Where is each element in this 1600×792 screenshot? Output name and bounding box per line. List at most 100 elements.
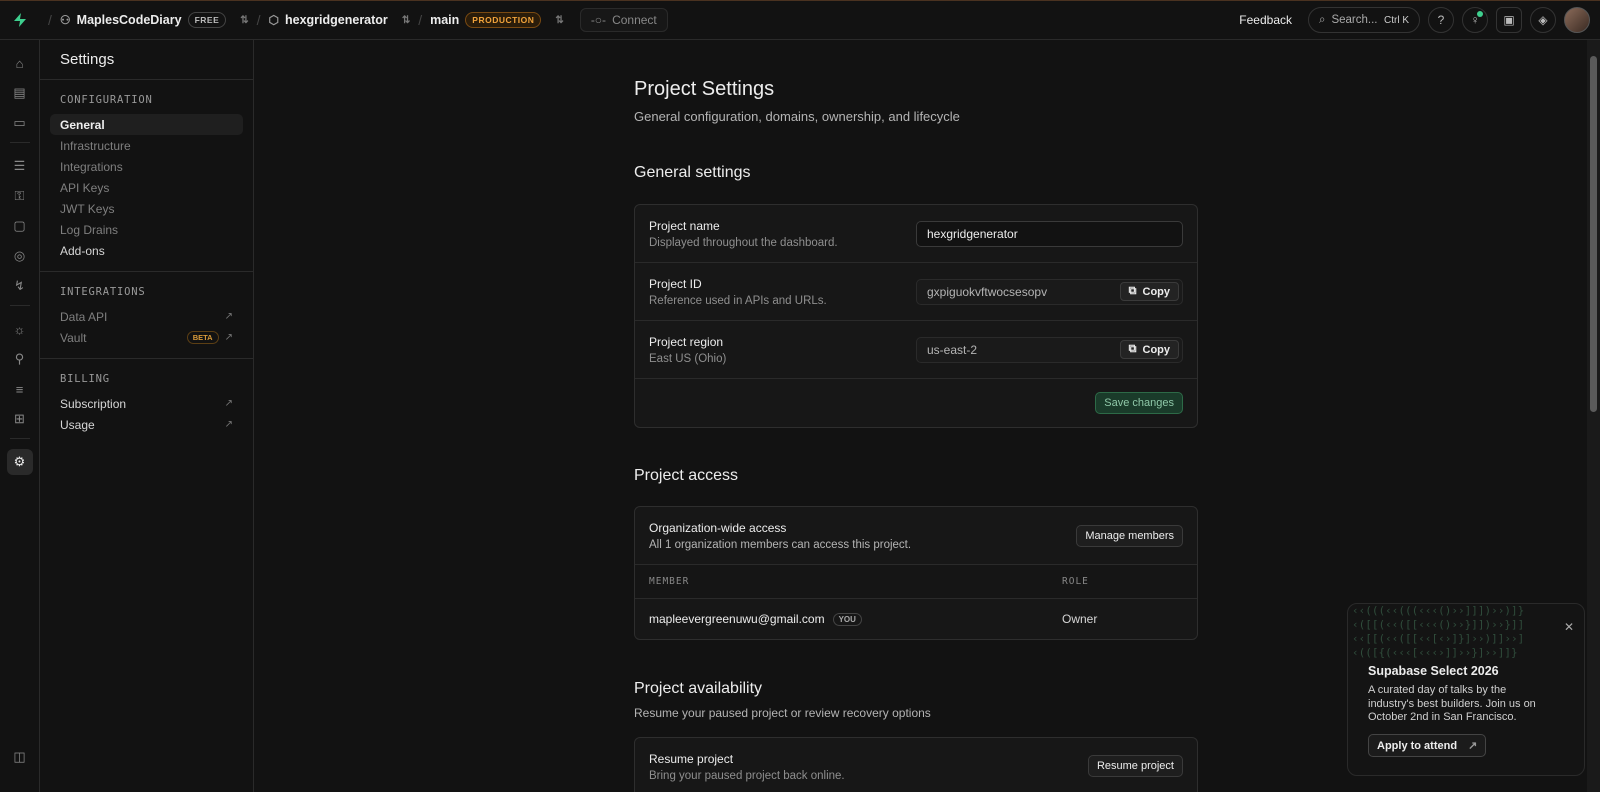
feedback-button[interactable]: Feedback <box>1239 13 1292 27</box>
advisors-icon[interactable]: ☼ <box>7 316 33 342</box>
divider <box>9 305 30 306</box>
supabase-logo-icon[interactable] <box>0 12 40 28</box>
home-icon[interactable]: ⌂ <box>7 50 33 76</box>
sidebar-item-infrastructure[interactable]: Infrastructure <box>50 135 243 156</box>
copy-button[interactable]: ⧉ Copy <box>1119 282 1179 301</box>
storage-icon[interactable]: ▢ <box>7 213 33 239</box>
terminal-icon[interactable]: ▣ <box>1496 7 1522 33</box>
field-description: East US (Ohio) <box>649 352 727 365</box>
project-id-value: gxpiguokvftwocsesopv <box>927 284 1048 299</box>
table-editor-icon[interactable]: ▤ <box>7 80 33 106</box>
assistant-icon[interactable]: ◈ <box>1530 7 1556 33</box>
search-shortcut: Ctrl K <box>1384 14 1409 26</box>
org-icon: ⚇ <box>59 13 71 27</box>
member-role: Owner <box>1062 612 1098 626</box>
divider <box>9 142 30 143</box>
top-bar: / ⚇ MaplesCodeDiary FREE ⇅ / ⬡ hexgridge… <box>0 0 1600 40</box>
sidebar-item-data-api[interactable]: Data API ↗ <box>50 306 243 327</box>
field-label: Project region <box>649 334 724 349</box>
scrollbar[interactable] <box>1587 40 1600 792</box>
sidebar-section-configuration: CONFIGURATION General Infrastructure Int… <box>40 80 253 272</box>
chevron-updown-icon: ⇅ <box>240 14 249 26</box>
resume-project-button[interactable]: Resume project <box>1087 755 1183 777</box>
observability-icon[interactable]: ⚲ <box>7 346 33 372</box>
external-link-icon: ↗ <box>224 398 233 409</box>
field-label: Resume project <box>649 752 734 766</box>
manage-members-button[interactable]: Manage members <box>1076 524 1183 547</box>
help-icon[interactable]: ? <box>1428 7 1454 33</box>
project-access-card: Organization-wide access All 1 organizat… <box>634 506 1198 640</box>
save-changes-button[interactable]: Save changes <box>1095 392 1183 414</box>
field-description: Reference used in APIs and URLs. <box>649 294 827 307</box>
copy-label: Copy <box>1142 285 1171 298</box>
section-title: Project access <box>634 467 739 484</box>
connect-button[interactable]: -○- Connect <box>579 8 668 32</box>
edge-functions-icon[interactable]: ↯ <box>7 273 33 299</box>
sidebar-item-label: Data API <box>60 309 108 324</box>
field-label: Project name <box>649 218 720 233</box>
copy-icon: ⧉ <box>1128 343 1137 355</box>
resume-project-card: Resume project Bring your paused project… <box>634 737 1198 792</box>
project-name: hexgridgenerator <box>285 13 388 27</box>
icon-rail: ⌂ ▤ ▭ ☰ ⚿ ▢ ◎ ↯ ☼ ⚲ ≡ ⊞ ⚙ ◫ <box>0 40 40 792</box>
collapse-sidebar-icon[interactable]: ◫ <box>7 744 33 770</box>
auth-icon[interactable]: ⚿ <box>7 183 33 209</box>
sidebar-item-usage[interactable]: Usage ↗ <box>50 414 243 435</box>
org-switcher[interactable]: ⚇ MaplesCodeDiary FREE ⇅ <box>60 12 249 28</box>
org-access-row: Organization-wide access All 1 organizat… <box>635 507 1197 565</box>
sidebar-item-subscription[interactable]: Subscription ↗ <box>50 393 243 414</box>
sidebar-item-general[interactable]: General <box>50 114 243 135</box>
field-description: All 1 organization members can access th… <box>649 538 912 551</box>
column-header-role: ROLE <box>1062 576 1089 587</box>
field-description: Displayed throughout the dashboard. <box>649 236 838 249</box>
plug-icon: -○- <box>590 13 607 27</box>
promo-text: A curated day of talks by the industry's… <box>1368 684 1536 723</box>
search-button[interactable]: ⌕ Search... Ctrl K <box>1308 7 1420 33</box>
project-name-row: Project name Displayed throughout the da… <box>635 205 1197 263</box>
integrations-icon[interactable]: ⊞ <box>7 406 33 432</box>
close-icon[interactable]: ✕ <box>1564 620 1574 634</box>
scrollbar-thumb[interactable] <box>1590 56 1597 412</box>
chevron-updown-icon: ⇅ <box>401 14 411 26</box>
member-cell: mapleevergreenuwu@gmail.com YOU <box>649 612 1062 626</box>
breadcrumb-separator: / <box>418 12 423 28</box>
divider <box>9 438 30 439</box>
external-link-icon: ↗ <box>224 311 233 322</box>
plan-badge: FREE <box>187 12 227 28</box>
apply-to-attend-button[interactable]: Apply to attend ↗ <box>1368 734 1487 757</box>
general-settings-section: General settings <box>634 164 1198 182</box>
project-name-input[interactable]: hexgridgenerator <box>916 220 1183 247</box>
members-table-header: MEMBER ROLE <box>635 565 1197 599</box>
database-icon[interactable]: ☰ <box>7 153 33 179</box>
org-name: MaplesCodeDiary <box>76 13 182 27</box>
settings-sidebar: Settings CONFIGURATION General Infrastru… <box>40 40 254 792</box>
project-region-row: Project region East US (Ohio) us-east-2 … <box>635 321 1197 379</box>
sidebar-item-vault[interactable]: Vault BETA ↗ <box>50 327 243 348</box>
sidebar-section-billing: BILLING Subscription ↗ Usage ↗ <box>40 359 253 445</box>
avatar[interactable] <box>1564 7 1590 33</box>
project-switcher[interactable]: ⬡ hexgridgenerator ⇅ <box>269 13 411 27</box>
sidebar-item-log-drains[interactable]: Log Drains <box>50 219 243 240</box>
sidebar-item-api-keys[interactable]: API Keys <box>50 177 243 198</box>
section-subtitle: Resume your paused project or review rec… <box>634 706 931 720</box>
sidebar-item-add-ons[interactable]: Add-ons <box>50 240 243 261</box>
lightbulb-icon[interactable]: ♀ <box>1462 7 1488 33</box>
button-label: Apply to attend <box>1377 740 1458 752</box>
copy-button[interactable]: ⧉ Copy <box>1119 340 1179 359</box>
sql-editor-icon[interactable]: ▭ <box>7 110 33 136</box>
project-id-field[interactable]: gxpiguokvftwocsesopv ⧉ Copy <box>916 278 1183 305</box>
page-header: Project Settings General configuration, … <box>634 78 1198 124</box>
branch-switcher[interactable]: main PRODUCTION ⇅ <box>430 12 564 28</box>
page-title: Project Settings <box>634 78 775 100</box>
external-link-icon: ↗ <box>224 419 233 430</box>
sidebar-item-integrations[interactable]: Integrations <box>50 156 243 177</box>
realtime-icon[interactable]: ◎ <box>7 243 33 269</box>
project-region-field[interactable]: us-east-2 ⧉ Copy <box>916 336 1183 363</box>
sidebar-item-jwt-keys[interactable]: JWT Keys <box>50 198 243 219</box>
settings-gear-icon[interactable]: ⚙ <box>6 449 33 475</box>
page-subtitle: General configuration, domains, ownershi… <box>634 109 960 124</box>
field-description: Bring your paused project back online. <box>649 770 845 782</box>
copy-label: Copy <box>1142 343 1171 356</box>
logs-icon[interactable]: ≡ <box>7 376 33 402</box>
sidebar-item-label: Subscription <box>60 396 127 411</box>
